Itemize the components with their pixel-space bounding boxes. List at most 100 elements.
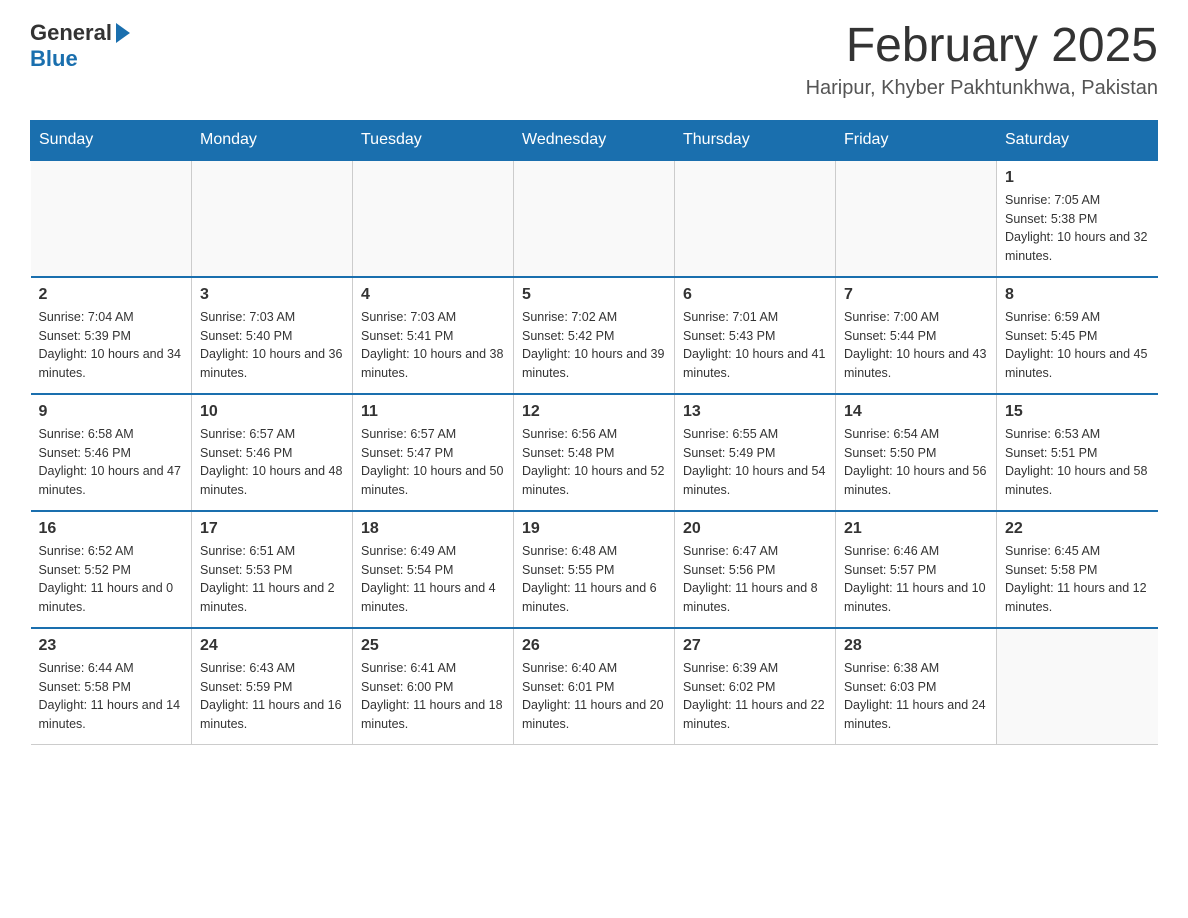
day-number: 25 [361,637,505,655]
day-number: 3 [200,286,344,304]
page-header: General Blue February 2025 Haripur, Khyb… [30,20,1158,100]
calendar-day-cell: 11 Sunrise: 6:57 AM Sunset: 5:47 PM Dayli… [353,394,514,511]
day-info: Sunrise: 6:48 AM Sunset: 5:55 PM Dayligh… [522,542,666,617]
calendar-day-cell [192,160,353,277]
day-number: 20 [683,520,827,538]
day-of-week-header: Saturday [997,120,1158,160]
calendar-day-cell: 12 Sunrise: 6:56 AM Sunset: 5:48 PM Dayli… [514,394,675,511]
day-of-week-header: Sunday [31,120,192,160]
day-number: 9 [39,403,184,421]
calendar-day-cell: 27Sunrise: 6:39 AM Sunset: 6:02 PM Dayli… [675,628,836,745]
day-number: 6 [683,286,827,304]
calendar-week-row: 2 Sunrise: 7:04 AM Sunset: 5:39 PM Daylig… [31,277,1158,394]
day-number: 18 [361,520,505,538]
calendar-header: SundayMondayTuesdayWednesdayThursdayFrid… [31,120,1158,160]
calendar-day-cell [836,160,997,277]
day-info: Sunrise: 7:05 AM Sunset: 5:38 PM Dayligh… [1005,191,1150,266]
calendar-week-row: 16 Sunrise: 6:52 AM Sunset: 5:52 PM Dayli… [31,511,1158,628]
day-info: Sunrise: 6:52 AM Sunset: 5:52 PM Dayligh… [39,542,184,617]
calendar-day-cell: 20 Sunrise: 6:47 AM Sunset: 5:56 PM Dayli… [675,511,836,628]
day-number: 4 [361,286,505,304]
day-number: 11 [361,403,505,421]
calendar-day-cell: 8 Sunrise: 6:59 AM Sunset: 5:45 PM Daylig… [997,277,1158,394]
day-number: 23 [39,637,184,655]
day-info: Sunrise: 7:03 AM Sunset: 5:40 PM Dayligh… [200,308,344,383]
day-of-week-header: Wednesday [514,120,675,160]
day-info: Sunrise: 6:55 AM Sunset: 5:49 PM Dayligh… [683,425,827,500]
calendar-week-row: 23 Sunrise: 6:44 AM Sunset: 5:58 PM Dayli… [31,628,1158,745]
calendar-day-cell: 21Sunrise: 6:46 AM Sunset: 5:57 PM Dayli… [836,511,997,628]
day-number: 14 [844,403,988,421]
day-info: Sunrise: 6:43 AM Sunset: 5:59 PM Dayligh… [200,659,344,734]
calendar-day-cell: 17Sunrise: 6:51 AM Sunset: 5:53 PM Dayli… [192,511,353,628]
day-info: Sunrise: 7:03 AM Sunset: 5:41 PM Dayligh… [361,308,505,383]
calendar-day-cell: 9 Sunrise: 6:58 AM Sunset: 5:46 PM Daylig… [31,394,192,511]
calendar-day-cell: 24 Sunrise: 6:43 AM Sunset: 5:59 PM Dayli… [192,628,353,745]
day-of-week-header: Tuesday [353,120,514,160]
day-info: Sunrise: 6:49 AM Sunset: 5:54 PM Dayligh… [361,542,505,617]
day-info: Sunrise: 6:59 AM Sunset: 5:45 PM Dayligh… [1005,308,1150,383]
calendar-day-cell: 25 Sunrise: 6:41 AM Sunset: 6:00 PM Dayli… [353,628,514,745]
day-number: 10 [200,403,344,421]
day-number: 12 [522,403,666,421]
calendar-day-cell: 4 Sunrise: 7:03 AM Sunset: 5:41 PM Daylig… [353,277,514,394]
calendar-day-cell: 14Sunrise: 6:54 AM Sunset: 5:50 PM Dayli… [836,394,997,511]
day-info: Sunrise: 6:41 AM Sunset: 6:00 PM Dayligh… [361,659,505,734]
calendar-day-cell: 7 Sunrise: 7:00 AM Sunset: 5:44 PM Daylig… [836,277,997,394]
calendar-day-cell: 28 Sunrise: 6:38 AM Sunset: 6:03 PM Dayli… [836,628,997,745]
day-number: 19 [522,520,666,538]
calendar-week-row: 9 Sunrise: 6:58 AM Sunset: 5:46 PM Daylig… [31,394,1158,511]
calendar-day-cell: 26 Sunrise: 6:40 AM Sunset: 6:01 PM Dayli… [514,628,675,745]
day-info: Sunrise: 7:00 AM Sunset: 5:44 PM Dayligh… [844,308,988,383]
day-info: Sunrise: 6:46 AM Sunset: 5:57 PM Dayligh… [844,542,988,617]
day-info: Sunrise: 6:53 AM Sunset: 5:51 PM Dayligh… [1005,425,1150,500]
day-number: 16 [39,520,184,538]
day-number: 2 [39,286,184,304]
logo-text-blue: Blue [30,46,78,72]
day-info: Sunrise: 6:45 AM Sunset: 5:58 PM Dayligh… [1005,542,1150,617]
logo-arrow-icon [116,23,130,43]
day-info: Sunrise: 6:44 AM Sunset: 5:58 PM Dayligh… [39,659,184,734]
day-info: Sunrise: 7:02 AM Sunset: 5:42 PM Dayligh… [522,308,666,383]
calendar-day-cell: 6 Sunrise: 7:01 AM Sunset: 5:43 PM Daylig… [675,277,836,394]
day-number: 22 [1005,520,1150,538]
day-number: 17 [200,520,344,538]
day-info: Sunrise: 7:04 AM Sunset: 5:39 PM Dayligh… [39,308,184,383]
day-info: Sunrise: 6:38 AM Sunset: 6:03 PM Dayligh… [844,659,988,734]
day-number: 28 [844,637,988,655]
calendar-day-cell: 2 Sunrise: 7:04 AM Sunset: 5:39 PM Daylig… [31,277,192,394]
calendar-day-cell: 22 Sunrise: 6:45 AM Sunset: 5:58 PM Dayli… [997,511,1158,628]
day-of-week-header: Monday [192,120,353,160]
calendar-table: SundayMondayTuesdayWednesdayThursdayFrid… [30,120,1158,745]
day-info: Sunrise: 6:39 AM Sunset: 6:02 PM Dayligh… [683,659,827,734]
calendar-day-cell: 13Sunrise: 6:55 AM Sunset: 5:49 PM Dayli… [675,394,836,511]
day-number: 1 [1005,169,1150,187]
day-info: Sunrise: 6:56 AM Sunset: 5:48 PM Dayligh… [522,425,666,500]
calendar-week-row: 1 Sunrise: 7:05 AM Sunset: 5:38 PM Daylig… [31,160,1158,277]
day-info: Sunrise: 6:57 AM Sunset: 5:47 PM Dayligh… [361,425,505,500]
calendar-day-cell: 5 Sunrise: 7:02 AM Sunset: 5:42 PM Daylig… [514,277,675,394]
day-number: 7 [844,286,988,304]
day-info: Sunrise: 6:57 AM Sunset: 5:46 PM Dayligh… [200,425,344,500]
day-info: Sunrise: 6:58 AM Sunset: 5:46 PM Dayligh… [39,425,184,500]
calendar-day-cell: 10 Sunrise: 6:57 AM Sunset: 5:46 PM Dayli… [192,394,353,511]
day-number: 26 [522,637,666,655]
day-info: Sunrise: 7:01 AM Sunset: 5:43 PM Dayligh… [683,308,827,383]
calendar-day-cell [31,160,192,277]
calendar-day-cell: 16 Sunrise: 6:52 AM Sunset: 5:52 PM Dayli… [31,511,192,628]
day-number: 5 [522,286,666,304]
calendar-day-cell: 1 Sunrise: 7:05 AM Sunset: 5:38 PM Daylig… [997,160,1158,277]
logo-text-general: General [30,20,112,46]
logo: General Blue [30,20,132,72]
calendar-day-cell: 23 Sunrise: 6:44 AM Sunset: 5:58 PM Dayli… [31,628,192,745]
calendar-day-cell [353,160,514,277]
calendar-day-cell: 3 Sunrise: 7:03 AM Sunset: 5:40 PM Daylig… [192,277,353,394]
day-number: 24 [200,637,344,655]
day-header-row: SundayMondayTuesdayWednesdayThursdayFrid… [31,120,1158,160]
calendar-body: 1 Sunrise: 7:05 AM Sunset: 5:38 PM Daylig… [31,160,1158,745]
day-info: Sunrise: 6:47 AM Sunset: 5:56 PM Dayligh… [683,542,827,617]
day-info: Sunrise: 6:40 AM Sunset: 6:01 PM Dayligh… [522,659,666,734]
calendar-day-cell: 18 Sunrise: 6:49 AM Sunset: 5:54 PM Dayli… [353,511,514,628]
day-number: 8 [1005,286,1150,304]
day-number: 15 [1005,403,1150,421]
